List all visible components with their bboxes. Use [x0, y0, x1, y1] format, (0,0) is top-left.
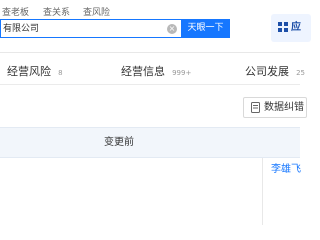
tab-business-risk-count: 8	[58, 69, 63, 77]
app-grid-icon	[278, 22, 288, 32]
tab-business-info-label: 经营信息	[121, 65, 165, 78]
tab-business-info[interactable]: 经营信息 999+	[121, 60, 191, 81]
tab-business-info-count: 999+	[172, 69, 192, 77]
search-button[interactable]: 天眼一下	[181, 19, 230, 38]
search-input[interactable]: 有限公司 ×	[0, 19, 181, 38]
tab-company-development[interactable]: 公司发展 25	[245, 60, 305, 81]
table-toolbar: 数据纠错	[0, 85, 307, 127]
tab-company-development-count: 25	[296, 69, 306, 77]
search-tab-boss[interactable]: 查老板	[2, 7, 29, 19]
clear-icon[interactable]: ×	[167, 24, 177, 34]
data-correction-label: 数据纠错	[264, 102, 304, 113]
tab-company-development-label: 公司发展	[245, 65, 289, 78]
column-header-before: 变更前	[104, 137, 134, 148]
app-button[interactable]: 应	[271, 14, 311, 42]
search-tab-risk[interactable]: 查风险	[83, 7, 110, 19]
module-nav: 经营风险 8 经营信息 999+ 公司发展 25	[0, 53, 305, 84]
search-tab-relation[interactable]: 查关系	[43, 7, 70, 19]
app-label: 应	[291, 22, 301, 33]
person-link[interactable]: 李雄飞	[271, 163, 301, 176]
tab-business-risk-label: 经营风险	[7, 65, 51, 78]
table-row: 李雄飞	[0, 158, 301, 225]
search-input-value: 有限公司	[3, 24, 40, 34]
search-header: 查老板 查关系 查风险 有限公司 × 天眼一下 应	[0, 0, 311, 52]
table-column-divider	[262, 158, 263, 225]
tab-business-risk[interactable]: 经营风险 8	[7, 60, 63, 81]
data-correction-button[interactable]: 数据纠错	[243, 97, 307, 118]
table-header: 变更前	[0, 127, 300, 158]
document-icon	[251, 102, 260, 113]
